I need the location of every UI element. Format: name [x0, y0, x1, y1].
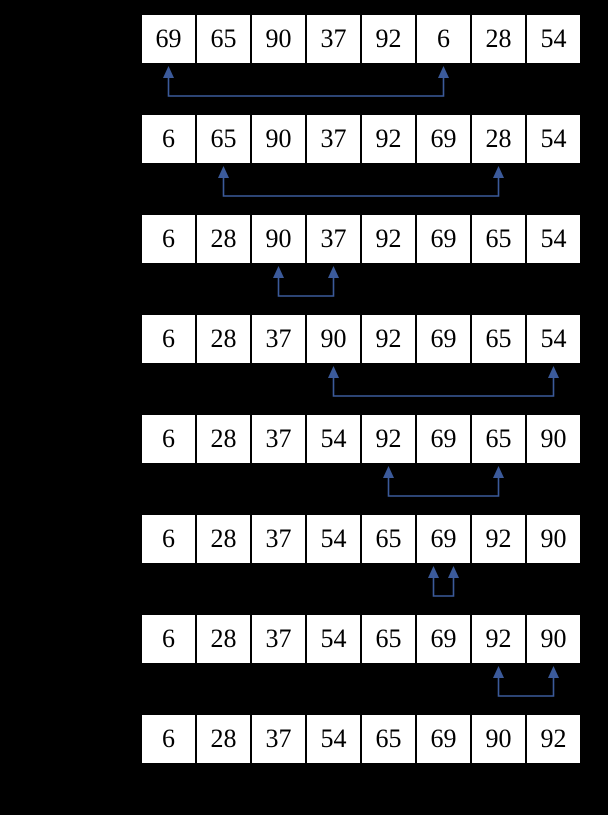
array-row: 696590379262854 [141, 14, 581, 64]
array-cell: 54 [526, 214, 581, 264]
array-cell: 6 [141, 114, 196, 164]
array-cell: 90 [251, 114, 306, 164]
array-cell: 65 [361, 714, 416, 764]
array-cell: 69 [416, 514, 471, 564]
swap-arrow [141, 64, 581, 114]
swap-arrow [141, 464, 581, 514]
swap-indicator [141, 364, 581, 414]
array-row: 665903792692854 [141, 114, 581, 164]
array-cell: 37 [251, 314, 306, 364]
array-cell: 6 [141, 614, 196, 664]
array-cell: 54 [306, 414, 361, 464]
array-cell: 54 [526, 14, 581, 64]
array-cell: 6 [141, 214, 196, 264]
swap-arrow [141, 564, 581, 614]
array-cell: 6 [141, 714, 196, 764]
array-cell: 69 [141, 14, 196, 64]
array-cell: 54 [306, 714, 361, 764]
array-cell: 92 [471, 614, 526, 664]
array-state: 696590379262854 [141, 14, 581, 114]
array-cell: 54 [306, 614, 361, 664]
array-cell: 37 [306, 14, 361, 64]
array-cell: 6 [141, 314, 196, 364]
array-cell: 28 [471, 14, 526, 64]
array-cell: 69 [416, 214, 471, 264]
array-cell: 6 [141, 414, 196, 464]
array-cell: 90 [251, 214, 306, 264]
array-cell: 37 [251, 614, 306, 664]
array-cell: 90 [251, 14, 306, 64]
array-state: 628375465699290 [141, 614, 581, 714]
array-cell: 65 [361, 614, 416, 664]
array-cell: 69 [416, 114, 471, 164]
array-cell: 28 [471, 114, 526, 164]
array-cell: 28 [196, 214, 251, 264]
array-cell: 54 [306, 514, 361, 564]
array-cell: 90 [306, 314, 361, 364]
array-cell: 92 [526, 714, 581, 764]
array-cell: 28 [196, 414, 251, 464]
array-state: 628903792696554 [141, 214, 581, 314]
array-row: 628903792696554 [141, 214, 581, 264]
array-cell: 37 [306, 214, 361, 264]
array-cell: 92 [361, 14, 416, 64]
array-row: 628375465699290 [141, 614, 581, 664]
array-cell: 69 [416, 314, 471, 364]
array-row: 628379092696554 [141, 314, 581, 364]
swap-indicator [141, 564, 581, 614]
array-cell: 54 [526, 114, 581, 164]
array-cell: 92 [361, 314, 416, 364]
array-state: 628375465699092 [141, 714, 581, 764]
array-state: 628375492696590 [141, 414, 581, 514]
array-cell: 37 [306, 114, 361, 164]
array-cell: 90 [526, 414, 581, 464]
array-cell: 37 [251, 714, 306, 764]
array-cell: 90 [526, 614, 581, 664]
array-cell: 28 [196, 614, 251, 664]
array-cell: 37 [251, 514, 306, 564]
array-cell: 69 [416, 414, 471, 464]
array-cell: 90 [471, 714, 526, 764]
array-cell: 92 [471, 514, 526, 564]
array-cell: 92 [361, 114, 416, 164]
array-cell: 65 [471, 314, 526, 364]
swap-indicator [141, 164, 581, 214]
array-cell: 28 [196, 514, 251, 564]
swap-indicator [141, 664, 581, 714]
array-cell: 6 [416, 14, 471, 64]
swap-arrow [141, 164, 581, 214]
swap-indicator [141, 264, 581, 314]
array-row: 628375465699092 [141, 714, 581, 764]
array-state: 628379092696554 [141, 314, 581, 414]
array-cell: 37 [251, 414, 306, 464]
array-state: 665903792692854 [141, 114, 581, 214]
swap-indicator [141, 64, 581, 114]
sort-diagram: 6965903792628546659037926928546289037926… [141, 14, 581, 764]
array-cell: 69 [416, 714, 471, 764]
array-state: 628375465699290 [141, 514, 581, 614]
array-cell: 54 [526, 314, 581, 364]
array-cell: 92 [361, 214, 416, 264]
array-cell: 65 [196, 14, 251, 64]
array-cell: 28 [196, 714, 251, 764]
swap-arrow [141, 664, 581, 714]
array-cell: 65 [361, 514, 416, 564]
array-cell: 69 [416, 614, 471, 664]
array-cell: 28 [196, 314, 251, 364]
swap-arrow [141, 264, 581, 314]
array-cell: 65 [471, 214, 526, 264]
array-cell: 65 [471, 414, 526, 464]
array-row: 628375492696590 [141, 414, 581, 464]
array-cell: 65 [196, 114, 251, 164]
swap-indicator [141, 464, 581, 514]
array-row: 628375465699290 [141, 514, 581, 564]
swap-arrow [141, 364, 581, 414]
array-cell: 92 [361, 414, 416, 464]
array-cell: 6 [141, 514, 196, 564]
array-cell: 90 [526, 514, 581, 564]
